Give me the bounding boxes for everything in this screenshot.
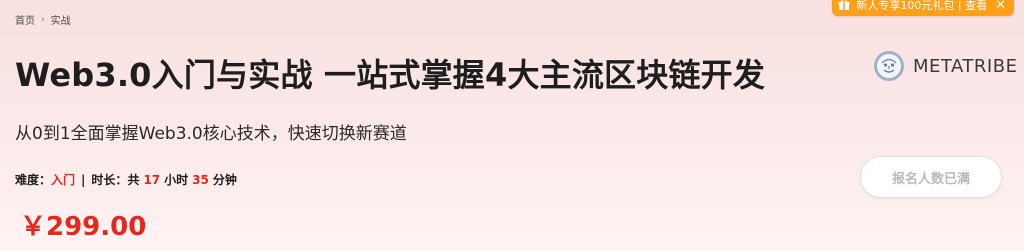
course-price: ￥299.00: [20, 212, 147, 242]
meta-divider: |: [81, 172, 86, 187]
brand-block[interactable]: METATRIBE: [873, 50, 1017, 82]
minutes-value: 35: [192, 172, 209, 187]
gift-icon: [838, 0, 850, 11]
brand-name: METATRIBE: [913, 55, 1018, 77]
hours-unit: 小时: [164, 173, 189, 187]
minutes-unit: 分钟: [212, 173, 237, 187]
difficulty-value: 入门: [51, 173, 76, 187]
duration-prefix: 共: [127, 173, 140, 187]
signup-full-button[interactable]: 报名人数已满: [860, 156, 1002, 198]
duration-label: 时长：: [91, 173, 128, 187]
promo-banner[interactable]: 新人专享100元礼包 | 查看 ✕: [832, 0, 1014, 16]
course-subtitle: 从0到1全面掌握Web3.0核心技术，快速切换新赛道: [15, 124, 407, 144]
course-meta: 难度： 入门 | 时长： 共 17 小时 35 分钟: [15, 171, 237, 188]
promo-text[interactable]: 新人专享100元礼包 | 查看: [856, 0, 987, 13]
difficulty-label: 难度：: [15, 173, 52, 187]
metatribe-logo-icon: [873, 50, 905, 82]
course-title: Web3.0入门与实战 一站式掌握4大主流区块链开发: [15, 56, 766, 94]
close-icon[interactable]: ✕: [995, 0, 1006, 12]
breadcrumb-home-link[interactable]: 首页: [15, 12, 35, 27]
hours-value: 17: [143, 172, 161, 187]
breadcrumb-current[interactable]: 实战: [51, 12, 71, 27]
breadcrumb: 首页 › 实战: [15, 12, 71, 28]
chevron-right-icon: ›: [41, 14, 45, 25]
